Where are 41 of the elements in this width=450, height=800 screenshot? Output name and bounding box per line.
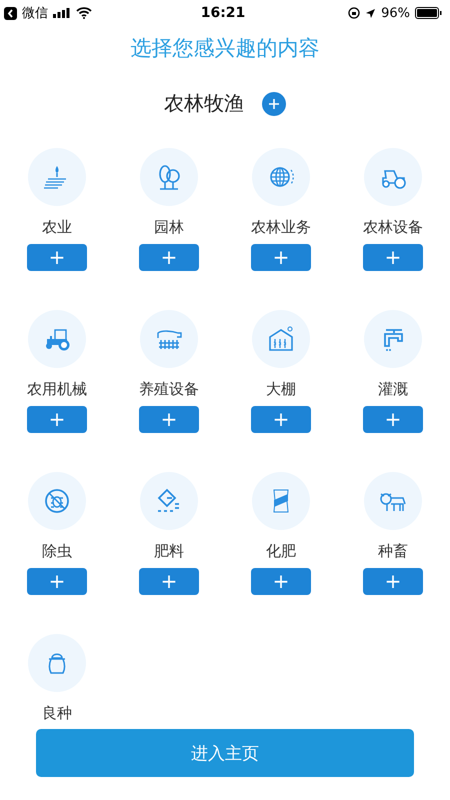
topic-label: 种畜 xyxy=(378,542,408,560)
add-topic-button[interactable]: + xyxy=(363,568,423,595)
topic-label: 农林设备 xyxy=(363,218,423,236)
topic-label: 大棚 xyxy=(266,380,296,398)
topic-label: 化肥 xyxy=(266,542,296,560)
topic-label: 良种 xyxy=(42,704,72,722)
add-topic-button[interactable]: + xyxy=(27,406,87,433)
location-icon xyxy=(365,8,376,18)
add-topic-button[interactable]: + xyxy=(27,568,87,595)
topic-label: 养殖设备 xyxy=(139,380,199,398)
rotation-lock-icon xyxy=(348,7,360,19)
no-bug-icon xyxy=(42,486,72,516)
add-topic-button[interactable]: + xyxy=(251,244,311,271)
topic-label: 农用机械 xyxy=(27,380,87,398)
add-topic-button[interactable]: + xyxy=(139,244,199,271)
battery-icon xyxy=(415,7,442,19)
add-topic-button[interactable]: + xyxy=(27,244,87,271)
add-topic-button[interactable]: + xyxy=(251,568,311,595)
wifi-icon xyxy=(76,7,92,19)
topic-label: 除虫 xyxy=(42,542,72,560)
topic-label: 农业 xyxy=(42,218,72,236)
back-icon[interactable] xyxy=(4,6,17,20)
back-app-label[interactable]: 微信 xyxy=(22,4,48,22)
category-title: 农林牧渔 xyxy=(164,90,244,117)
page-title: 选择您感兴趣的内容 xyxy=(130,35,320,62)
add-topic-button[interactable]: + xyxy=(363,406,423,433)
add-topic-button[interactable]: + xyxy=(251,406,311,433)
topic-label: 园林 xyxy=(154,218,184,236)
clock-time: 16:21 xyxy=(200,5,246,21)
topic-label: 农林业务 xyxy=(251,218,311,236)
signal-icon xyxy=(53,8,71,18)
plus-icon xyxy=(268,98,280,110)
topic-label: 灌溉 xyxy=(378,380,408,398)
add-category-button[interactable] xyxy=(262,92,286,116)
battery-percent: 96% xyxy=(381,6,410,20)
enter-home-button[interactable]: 进入主页 xyxy=(36,729,414,777)
topic-label: 肥料 xyxy=(154,542,184,560)
greenhouse-icon xyxy=(266,324,296,354)
add-topic-button[interactable]: + xyxy=(139,568,199,595)
add-topic-button[interactable]: + xyxy=(139,406,199,433)
add-topic-button[interactable]: + xyxy=(363,244,423,271)
